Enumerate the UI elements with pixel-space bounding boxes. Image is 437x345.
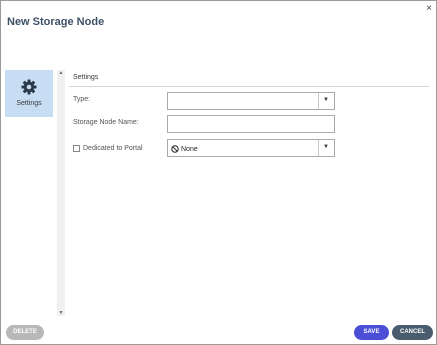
scroll-down-icon[interactable]: ▼ bbox=[57, 310, 65, 316]
storage-node-name-input[interactable] bbox=[167, 115, 335, 133]
dedicated-portal-select-value: None bbox=[171, 145, 198, 153]
save-button[interactable]: SAVE bbox=[354, 325, 389, 340]
section-divider bbox=[69, 86, 429, 87]
gear-icon bbox=[21, 79, 37, 95]
dedicated-to-portal-checkbox[interactable] bbox=[73, 145, 80, 152]
new-storage-node-dialog: New Storage Node × Settings ▲ ▼ Settings… bbox=[0, 0, 437, 345]
dedicated-to-portal-row: Dedicated to Portal bbox=[73, 145, 143, 152]
sidebar-item-label: Settings bbox=[16, 100, 42, 107]
delete-button[interactable]: DELETE bbox=[6, 325, 44, 340]
dedicated-portal-select-text: None bbox=[181, 145, 198, 153]
scrollbar[interactable]: ▲ ▼ bbox=[57, 70, 65, 316]
sidebar-item-settings[interactable]: Settings bbox=[5, 70, 53, 117]
type-label: Type: bbox=[73, 96, 91, 103]
storage-node-name-label: Storage Node Name: bbox=[73, 119, 139, 126]
dialog-title: New Storage Node bbox=[7, 16, 105, 28]
type-select[interactable]: ▼ bbox=[167, 92, 335, 110]
dedicated-portal-select-toggle[interactable]: ▼ bbox=[318, 140, 334, 156]
dedicated-portal-select[interactable]: None ▼ bbox=[167, 139, 335, 157]
none-icon bbox=[171, 145, 179, 153]
scroll-up-icon[interactable]: ▲ bbox=[57, 70, 65, 76]
chevron-down-icon: ▼ bbox=[323, 144, 329, 150]
close-icon[interactable]: × bbox=[426, 3, 432, 14]
dedicated-to-portal-label: Dedicated to Portal bbox=[83, 145, 143, 152]
chevron-down-icon: ▼ bbox=[323, 97, 329, 103]
cancel-button[interactable]: CANCEL bbox=[392, 325, 433, 340]
section-title: Settings bbox=[73, 74, 99, 81]
type-select-toggle[interactable]: ▼ bbox=[318, 93, 334, 109]
